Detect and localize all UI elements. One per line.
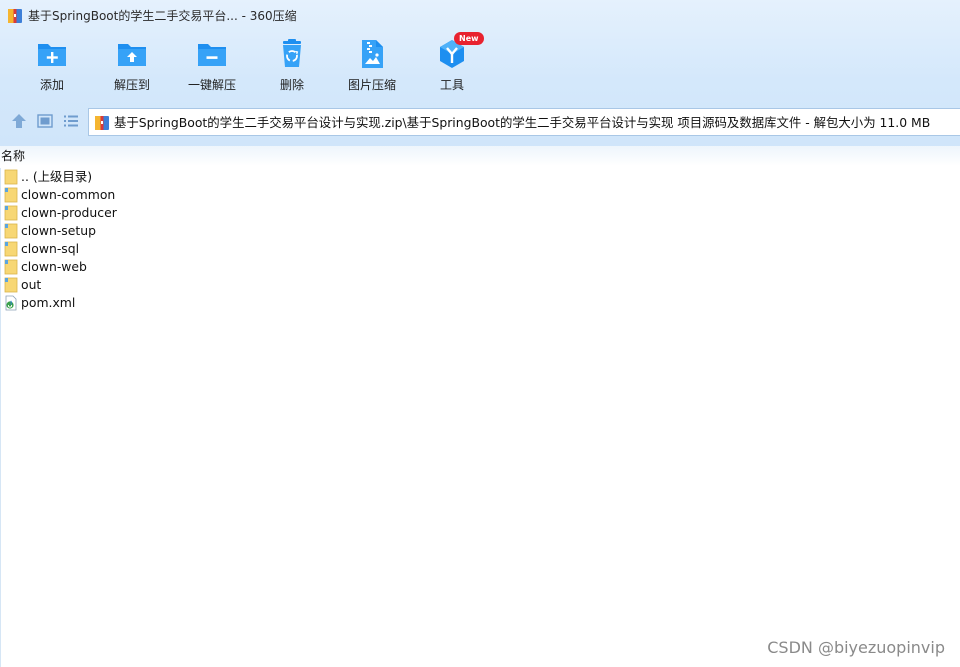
xml-file-icon — [5, 295, 17, 311]
image-compress-button[interactable]: 图片压缩 — [332, 32, 412, 96]
add-button-label: 添加 — [39, 78, 64, 92]
tools-button[interactable]: New 工具 — [412, 32, 492, 96]
folder-icon — [4, 259, 18, 275]
csdn-watermark: CSDN @biyezuopinvip — [767, 638, 945, 657]
up-level-arrow-icon[interactable] — [10, 112, 28, 130]
list-item-out[interactable]: out — [0, 276, 300, 294]
file-name: pom.xml — [21, 295, 76, 310]
list-item-clown-sql[interactable]: clown-sql — [0, 240, 300, 258]
file-list: .. (上级目录) clown-common clown-producer cl… — [0, 168, 960, 312]
file-name: clown-web — [21, 259, 87, 274]
new-badge: New — [454, 32, 484, 45]
list-item-pom-xml[interactable]: pom.xml — [0, 294, 300, 312]
file-name: clown-setup — [21, 223, 96, 238]
file-name: clown-common — [21, 187, 116, 202]
one-click-extract-button[interactable]: 一键解压 — [172, 32, 252, 96]
folder-icon — [4, 277, 18, 293]
title-bar: 基于SpringBoot的学生二手交易平台... - 360压缩 — [0, 0, 960, 32]
navigation-row: 基于SpringBoot的学生二手交易平台设计与实现.zip\基于SpringB… — [0, 106, 960, 138]
folder-icon — [4, 187, 18, 203]
list-item-clown-common[interactable]: clown-common — [0, 186, 300, 204]
header-area: 基于SpringBoot的学生二手交易平台... - 360压缩 添加 解压到 … — [0, 0, 960, 146]
file-list-header: 名称 — [0, 146, 960, 166]
list-view-icon[interactable] — [62, 112, 80, 130]
file-name: clown-sql — [21, 241, 80, 256]
folder-icon — [4, 241, 18, 257]
one-click-extract-button-label: 一键解压 — [187, 78, 236, 92]
address-path: 基于SpringBoot的学生二手交易平台设计与实现.zip\基于SpringB… — [114, 115, 931, 130]
main-toolbar: 添加 解压到 一键解压 删除 图片压缩 New 工具 — [0, 32, 960, 100]
folder-icon — [4, 223, 18, 239]
extract-to-button[interactable]: 解压到 — [92, 32, 172, 96]
add-folder-icon — [38, 44, 66, 66]
file-name: out — [21, 277, 42, 292]
list-item-clown-setup[interactable]: clown-setup — [0, 222, 300, 240]
recycle-bin-icon — [283, 39, 301, 67]
list-item-clown-web[interactable]: clown-web — [0, 258, 300, 276]
folder-icon — [4, 205, 18, 221]
list-item-clown-producer[interactable]: clown-producer — [0, 204, 300, 222]
add-button[interactable]: 添加 — [12, 32, 92, 96]
archive-file-icon — [95, 116, 109, 130]
image-compress-button-label: 图片压缩 — [347, 78, 396, 92]
tools-button-label: 工具 — [439, 78, 464, 92]
file-name: clown-producer — [21, 205, 117, 220]
address-bar[interactable]: 基于SpringBoot的学生二手交易平台设计与实现.zip\基于SpringB… — [88, 108, 960, 136]
one-click-extract-icon — [198, 44, 226, 66]
archive-app-icon — [8, 9, 22, 23]
thumbnail-view-icon[interactable] — [36, 112, 54, 130]
list-item-parent-directory[interactable]: .. (上级目录) — [0, 168, 300, 186]
delete-button[interactable]: 删除 — [252, 32, 332, 96]
app-window: 基于SpringBoot的学生二手交易平台... - 360压缩 添加 解压到 … — [0, 0, 960, 667]
window-title: 基于SpringBoot的学生二手交易平台... - 360压缩 — [28, 9, 297, 23]
extract-to-folder-icon — [118, 44, 146, 66]
name-column-header[interactable]: 名称 — [1, 149, 25, 163]
parent-folder-icon — [4, 169, 18, 185]
extract-to-button-label: 解压到 — [113, 78, 150, 92]
file-name: .. (上级目录) — [21, 169, 93, 184]
delete-button-label: 删除 — [279, 78, 304, 92]
image-compress-icon — [362, 40, 383, 68]
